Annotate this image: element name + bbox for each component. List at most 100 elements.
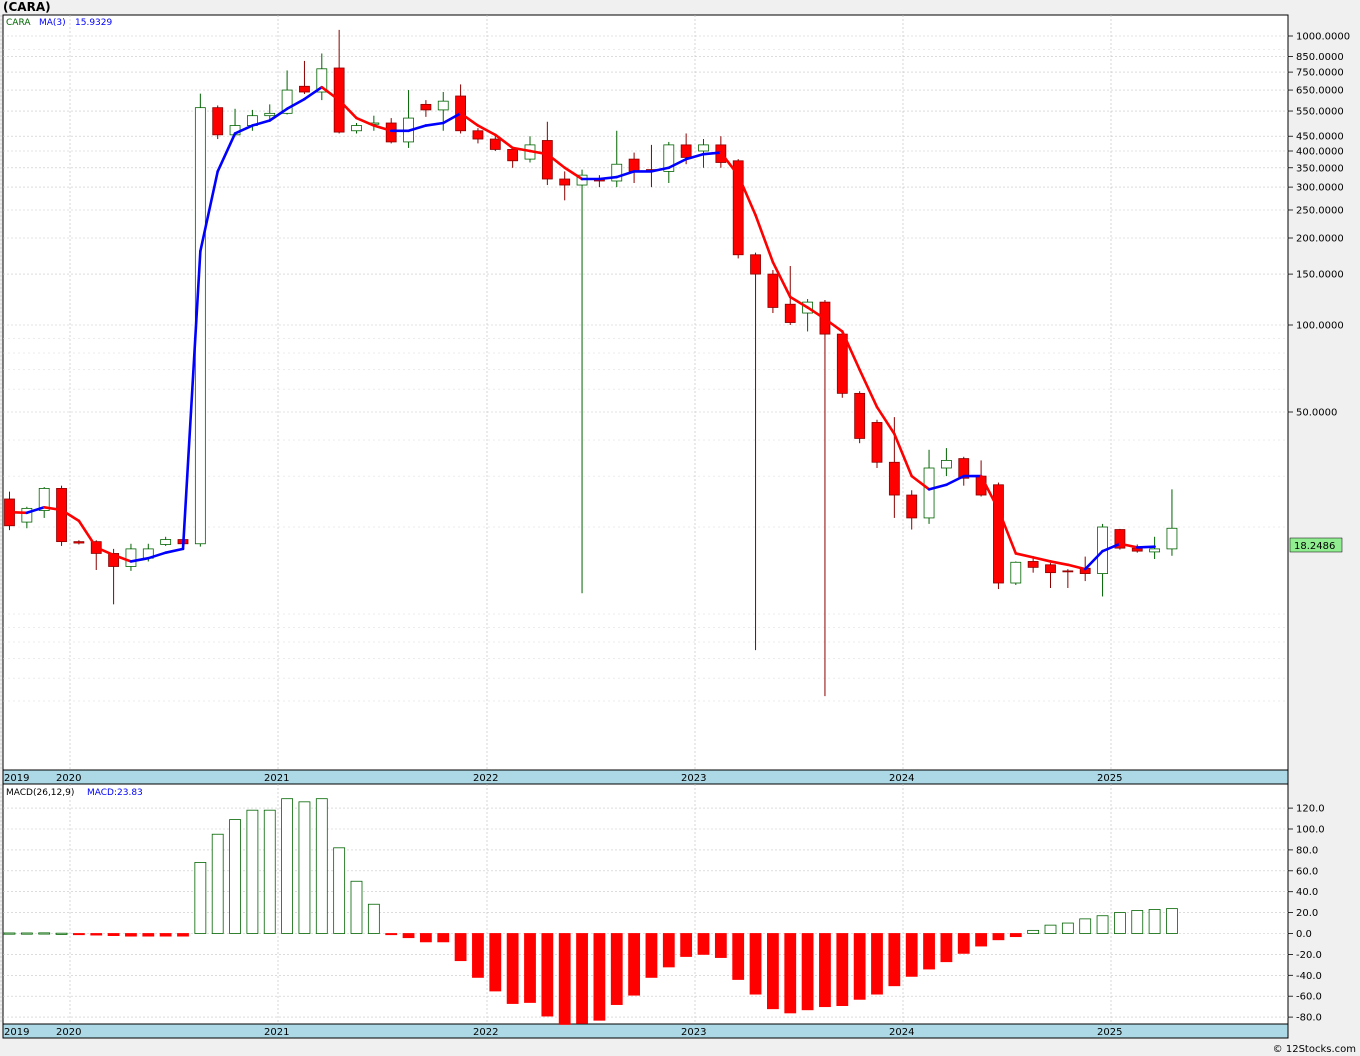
candle-down [385, 122, 397, 143]
macd-tick-label: -20.0 [1296, 950, 1322, 961]
candle-down [906, 494, 918, 519]
macd-bar-positive [367, 903, 380, 934]
macd-bar-positive [281, 798, 294, 934]
macd-bar-negative [767, 933, 779, 1010]
candle-up [698, 144, 709, 152]
macd-bar-positive [55, 932, 68, 935]
candle-down [888, 461, 900, 496]
candle-down [784, 303, 796, 323]
candle-up [1149, 548, 1160, 553]
price-tick-label: 850.0000 [1296, 52, 1344, 63]
year-label: 2020 [56, 773, 81, 784]
macd-bar-positive [1027, 929, 1040, 934]
macd-bar-positive [1131, 910, 1144, 934]
candle-down [1062, 570, 1074, 573]
macd-bar-negative [697, 933, 710, 955]
macd-bar-negative [385, 933, 398, 936]
macd-bar-positive [211, 833, 224, 934]
macd-bar-negative [905, 933, 918, 977]
macd-bar-negative [177, 933, 189, 937]
macd-bar-positive [246, 809, 259, 934]
macd-bar-negative [975, 933, 987, 947]
year-label: 2025 [1097, 773, 1122, 784]
year-label: 2024 [889, 773, 914, 784]
macd-bar-positive [315, 798, 328, 934]
macd-bar-negative [662, 933, 675, 968]
macd-tick-label: 60.0 [1296, 866, 1318, 877]
macd-bar-negative [489, 933, 502, 992]
candle-down [750, 254, 761, 275]
macd-bar-positive [194, 862, 207, 934]
candle-down [212, 107, 224, 136]
macd-bar-negative [159, 933, 172, 937]
macd-tick-label: -60.0 [1296, 992, 1322, 1003]
candle-down [73, 541, 85, 544]
macd-bar-positive [1096, 915, 1109, 934]
price-tick-label: 100.0000 [1296, 321, 1344, 332]
macd-bar-negative [125, 933, 137, 937]
candle-up [351, 125, 362, 132]
year-band-bottom [2, 1023, 1289, 1039]
watermark: © 12Stocks.com [1273, 1044, 1356, 1055]
macd-bar-negative [732, 933, 745, 980]
macd-legend-value: MACD:23.83 [87, 788, 143, 798]
last-price-tag: 18.2486 [1294, 541, 1335, 552]
candle-down [1027, 561, 1039, 568]
macd-bar-positive [1166, 908, 1178, 934]
macd-bar-positive [1044, 924, 1057, 934]
macd-bar-positive [20, 932, 33, 935]
candle-down [871, 422, 883, 463]
candle-up [1166, 527, 1178, 550]
macd-bar-positive [263, 809, 276, 934]
macd-bar-negative [541, 933, 554, 1017]
macd-bar-negative [923, 933, 935, 970]
macd-bar-negative [714, 933, 727, 958]
candle-up [264, 112, 276, 117]
price-tick-label: 750.0000 [1296, 68, 1344, 79]
macd-bar-negative [593, 933, 606, 1021]
macd-bar-positive [350, 880, 363, 934]
macd-tick-label: 80.0 [1296, 845, 1318, 856]
macd-tick-label: 100.0 [1296, 825, 1325, 836]
price-tick-label: 150.0000 [1296, 270, 1344, 281]
macd-bar-negative [524, 933, 536, 1003]
macd-tick-label: 120.0 [1296, 804, 1325, 815]
candle-down [56, 488, 67, 543]
candle-down [472, 130, 484, 140]
candle-down [489, 138, 501, 150]
macd-bar-positive [229, 819, 241, 934]
year-label: 2022 [473, 1027, 498, 1038]
macd-bar-negative [853, 933, 866, 1000]
candle-down [299, 85, 310, 93]
candle-down [836, 333, 848, 394]
candle-up [160, 539, 172, 545]
year-label: 2020 [56, 1027, 81, 1038]
macd-bar-negative [419, 933, 432, 943]
macd-bar-negative [506, 933, 519, 1004]
price-tick-label: 650.0000 [1296, 86, 1344, 97]
year-label: 2022 [473, 773, 498, 784]
candle-down [767, 273, 779, 308]
year-label: 2025 [1097, 1027, 1122, 1038]
candle-down [420, 103, 432, 111]
ma-segment [8, 510, 29, 515]
macd-bar-negative [610, 933, 623, 1005]
macd-bar-negative [73, 933, 85, 936]
macd-bar-positive [333, 847, 346, 934]
candle-down [507, 149, 519, 162]
candle-up [437, 100, 449, 111]
price-tick-label: 250.0000 [1296, 205, 1344, 216]
macd-bar-negative [940, 933, 953, 963]
candle-down [680, 144, 692, 158]
macd-bar-negative [888, 933, 901, 987]
macd-bar-negative [628, 933, 640, 996]
macd-bar-negative [402, 933, 415, 939]
chart-canvas: 1000.0000 850.0000 750.0000 650.0000 550.000… [0, 0, 1356, 1055]
macd-bar-negative [992, 933, 1005, 941]
macd-bar-negative [576, 933, 588, 1024]
macd-bar-negative [90, 933, 103, 936]
macd-bar-positive [3, 932, 16, 935]
macd-bar-negative [472, 933, 484, 978]
macd-bar-positive [1114, 912, 1126, 934]
macd-legend-label: MACD(26,12,9) [6, 788, 74, 798]
